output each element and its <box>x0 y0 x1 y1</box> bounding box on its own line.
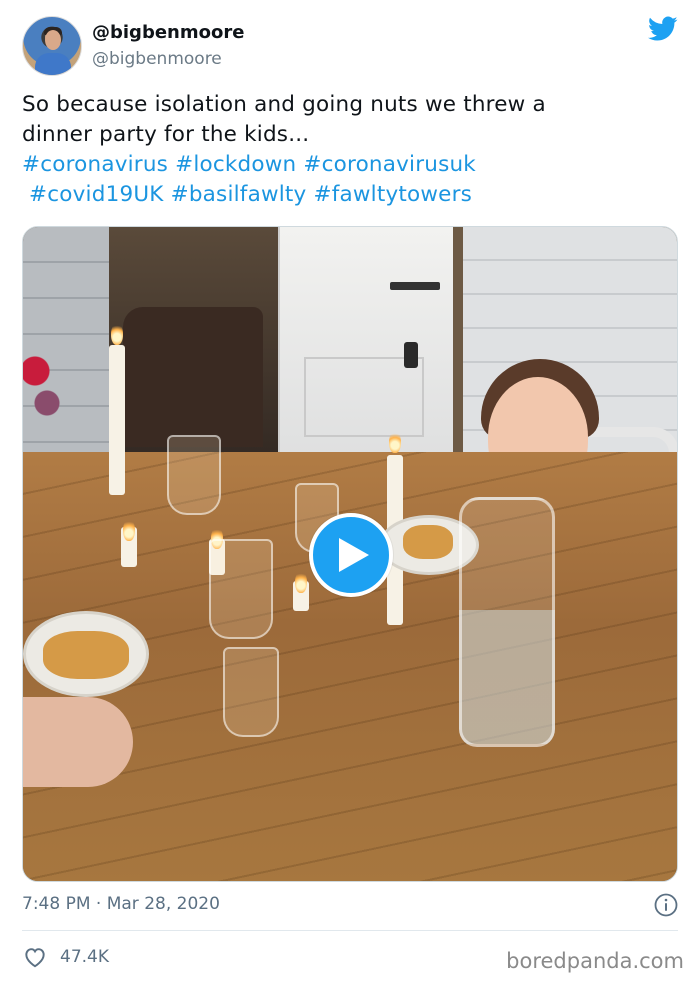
hashtag-link[interactable]: #basilfawlty <box>171 182 307 207</box>
info-icon[interactable] <box>654 893 678 917</box>
hashtag-link[interactable]: #fawltytowers <box>314 182 473 207</box>
hashtag-link[interactable]: #coronavirusuk <box>303 152 476 177</box>
hashtag-line: #covid19UK #basilfawlty #fawltytowers <box>22 180 678 210</box>
video-player[interactable] <box>22 226 678 882</box>
tweet-time: 7:48 PM <box>22 894 91 914</box>
heart-icon[interactable] <box>22 944 48 970</box>
hashtag-link[interactable]: #covid19UK <box>29 182 164 207</box>
tweet-text-line: dinner party for the kids... <box>22 122 310 147</box>
divider <box>22 930 678 931</box>
twitter-bird-icon <box>648 16 678 41</box>
play-icon <box>339 538 369 572</box>
tweet-header: @bigbenmoore @bigbenmoore <box>22 16 678 78</box>
tweet-date: Mar 28, 2020 <box>106 894 220 914</box>
play-button[interactable] <box>309 513 393 597</box>
like-count: 47.4K <box>60 947 109 967</box>
hashtag-link[interactable]: #lockdown <box>175 152 296 177</box>
tweet-text-line: So because isolation and going nuts we t… <box>22 92 546 117</box>
timestamp-separator: · <box>95 894 102 914</box>
display-name[interactable]: @bigbenmoore <box>92 22 244 44</box>
watermark: boredpanda.com <box>506 949 684 973</box>
tweet-text: So because isolation and going nuts we t… <box>22 90 678 210</box>
avatar[interactable] <box>22 16 82 76</box>
tweet-timestamp[interactable]: 7:48 PM · Mar 28, 2020 <box>22 892 220 916</box>
author-names: @bigbenmoore @bigbenmoore <box>92 22 244 70</box>
user-handle[interactable]: @bigbenmoore <box>92 48 244 70</box>
like-stat[interactable]: 47.4K <box>22 944 109 970</box>
hashtag-line: #coronavirus #lockdown #coronavirusuk <box>22 150 678 180</box>
hashtag-link[interactable]: #coronavirus <box>22 152 168 177</box>
